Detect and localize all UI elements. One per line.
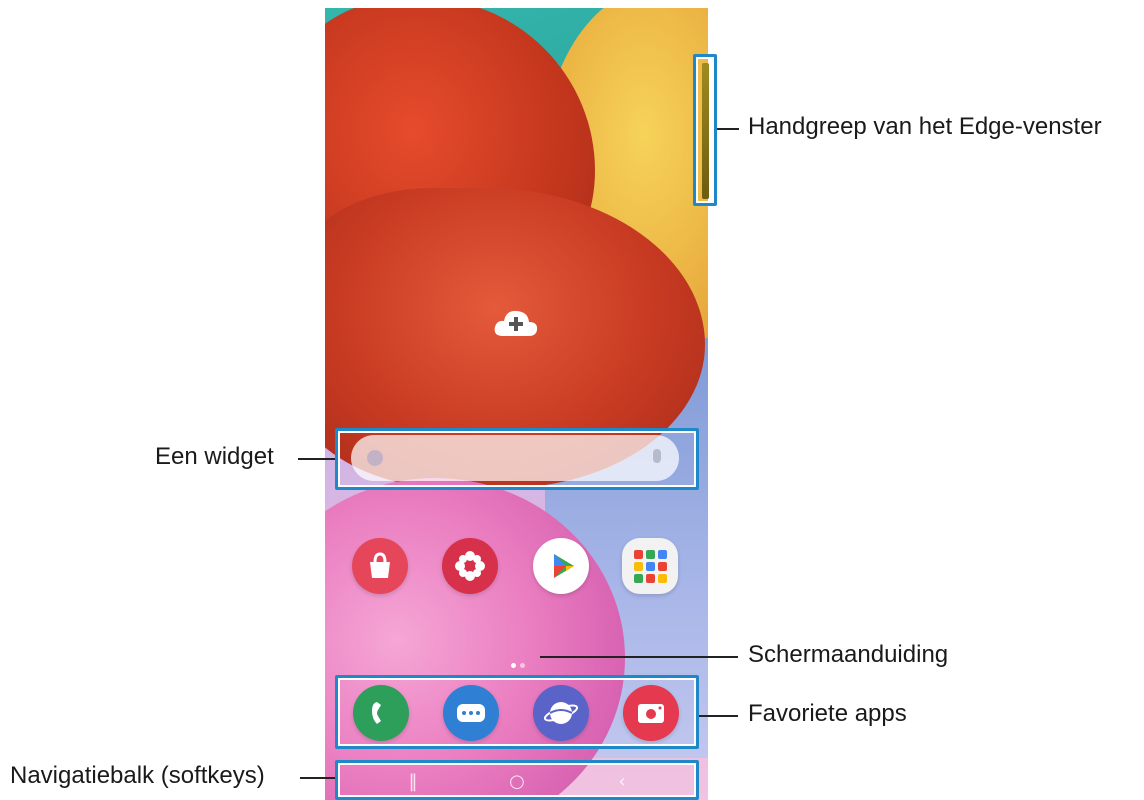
callout-line-indicator: [540, 656, 738, 658]
label-navigation-bar: Navigatiebalk (softkeys): [10, 762, 265, 789]
page-indicator: [511, 653, 529, 672]
app-galaxy-store[interactable]: [352, 538, 408, 594]
edge-panel-handle[interactable]: [702, 63, 709, 199]
callout-line-edge: [717, 128, 739, 130]
favorites-highlight: [335, 675, 699, 749]
widget-highlight: [335, 428, 699, 490]
callout-line-widget: [298, 458, 335, 460]
play-store-icon: [554, 554, 574, 578]
app-galaxy-apps[interactable]: [442, 538, 498, 594]
callout-line-favorites: [699, 715, 738, 717]
navbar-highlight: [335, 760, 699, 800]
label-favorite-apps: Favoriete apps: [748, 700, 907, 727]
app-folder-icon: [634, 550, 667, 583]
edge-handle-highlight[interactable]: [693, 54, 717, 206]
label-edge-handle: Handgreep van het Edge-venster: [748, 113, 1102, 140]
app-play-store[interactable]: [533, 538, 589, 594]
page-dot-active: [511, 663, 516, 668]
app-folder[interactable]: [622, 538, 678, 594]
callout-line-navbar: [300, 777, 335, 779]
label-widget: Een widget: [155, 443, 274, 470]
wallpaper-hint-text: [455, 354, 585, 363]
cloud-add-icon[interactable]: [493, 308, 539, 338]
shopping-bag-icon: [370, 552, 390, 578]
flower-icon: [455, 551, 485, 581]
page-dot: [520, 663, 525, 668]
label-screen-indicator: Schermaanduiding: [748, 641, 949, 668]
